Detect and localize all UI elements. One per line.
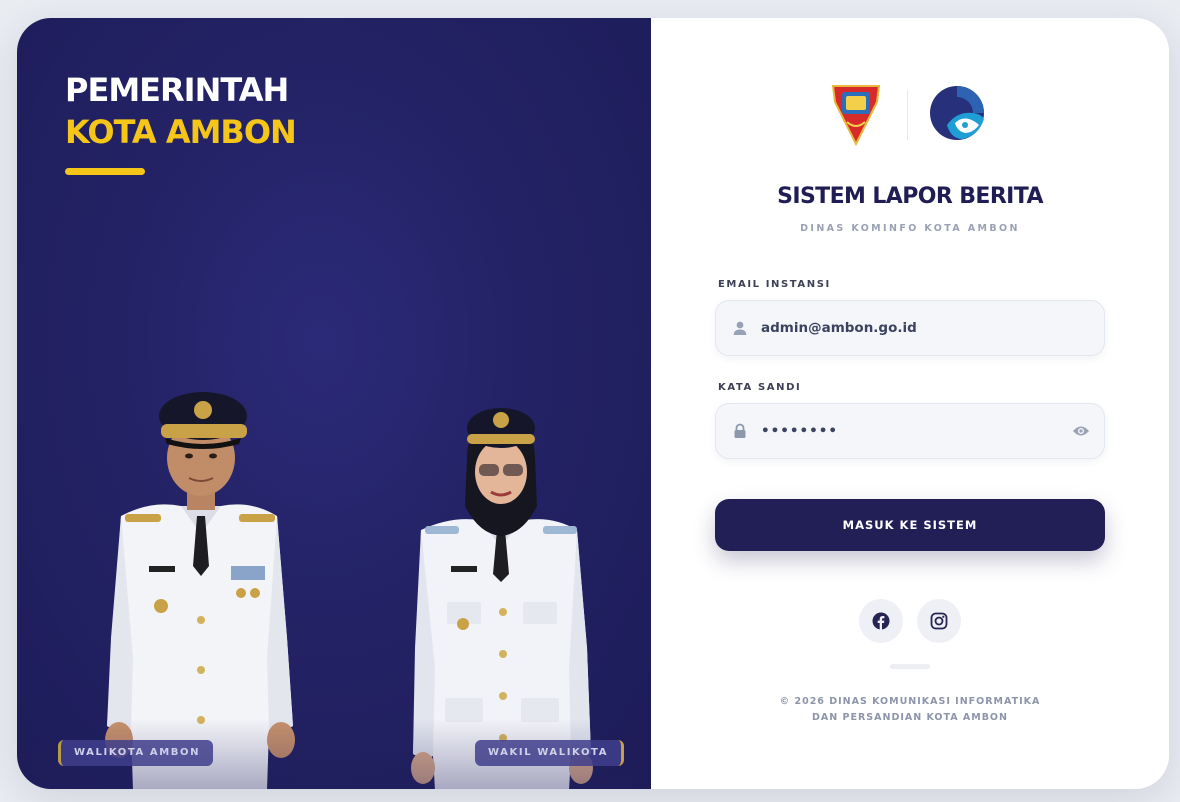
walikota-badge: WALIKOTA AMBON xyxy=(58,740,214,766)
password-input[interactable] xyxy=(761,423,1061,439)
brand-accent-bar xyxy=(65,168,145,175)
login-panel: SISTEM LAPOR BERITA DINAS KOMINFO KOTA A… xyxy=(651,18,1169,789)
eye-icon[interactable] xyxy=(1072,424,1090,438)
login-card: PEMERINTAH KOTA AMBON WALIKOTA AMBON WAK… xyxy=(17,18,1169,789)
facebook-icon xyxy=(872,612,890,630)
footer-line1: © 2026 DINAS KOMUNIKASI INFORMATIKA xyxy=(779,696,1041,707)
kota-ambon-crest-icon xyxy=(831,85,881,146)
footer-line2: DAN PERSANDIAN KOTA AMBON xyxy=(812,712,1008,723)
lock-icon xyxy=(734,423,746,438)
user-icon xyxy=(733,321,747,335)
password-label: KATA SANDI xyxy=(718,382,802,393)
email-input[interactable] xyxy=(761,320,1061,336)
app-subtitle: DINAS KOMINFO KOTA AMBON xyxy=(800,223,1020,234)
logo-divider xyxy=(907,90,908,140)
kominfo-logo-icon xyxy=(930,86,984,140)
facebook-button[interactable] xyxy=(859,599,903,643)
wakil-walikota-badge: WAKIL WALIKOTA xyxy=(475,740,625,766)
email-field[interactable] xyxy=(715,300,1105,356)
footer-divider xyxy=(890,664,930,669)
hero-panel: PEMERINTAH KOTA AMBON WALIKOTA AMBON WAK… xyxy=(17,18,651,789)
brand-title-line2: KOTA AMBON xyxy=(65,113,297,151)
footer: © 2026 DINAS KOMUNIKASI INFORMATIKA DAN … xyxy=(651,694,1169,726)
instagram-button[interactable] xyxy=(917,599,961,643)
brand-block: PEMERINTAH KOTA AMBON xyxy=(65,70,297,175)
brand-title-line1: PEMERINTAH xyxy=(65,71,289,109)
login-button[interactable]: MASUK KE SISTEM xyxy=(715,499,1105,551)
instagram-icon xyxy=(930,612,948,630)
email-label: EMAIL INSTANSI xyxy=(718,279,831,290)
logo-row xyxy=(831,82,991,150)
app-title: SISTEM LAPOR BERITA xyxy=(777,184,1043,209)
password-field[interactable] xyxy=(715,403,1105,459)
